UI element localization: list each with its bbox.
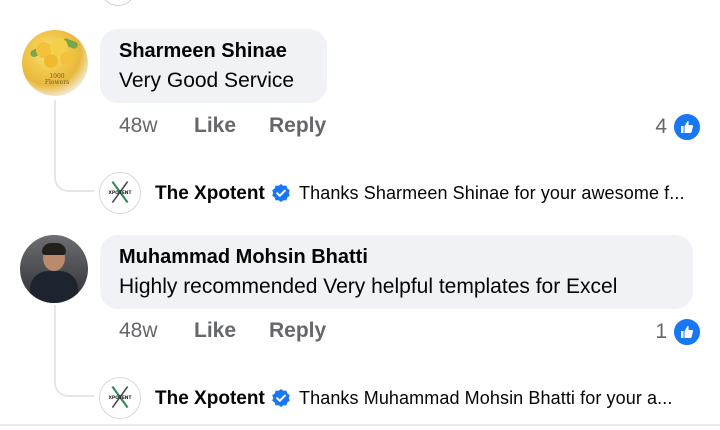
comment-text: Highly recommended Very helpful template… (119, 275, 618, 298)
avatar-xpotent[interactable]: XPOTENT (99, 377, 141, 419)
reply-author[interactable]: The Xpotent (155, 388, 265, 410)
thread-line (54, 100, 56, 170)
logo-label: XPOTENT (109, 190, 132, 196)
comment-bubble: Sharmeen Shinae Very Good Service (100, 29, 327, 103)
comment-text: Very Good Service (119, 69, 295, 92)
reaction-count[interactable]: 1 (637, 320, 667, 344)
avatar-caption: 1000 Flowers (44, 73, 70, 86)
thread-connector (54, 168, 94, 192)
reply-text[interactable]: Thanks Muhammad Mohsin Bhatti for your a… (299, 388, 672, 409)
avatar-muhammad[interactable] (20, 235, 88, 303)
previous-avatar-edge (100, 0, 136, 6)
comment-author[interactable]: Sharmeen Shinae (119, 40, 287, 63)
avatar-sharmeen[interactable]: 1000 Flowers (22, 30, 88, 96)
reply-text[interactable]: Thanks Sharmeen Shinae for your awesome … (299, 183, 685, 204)
thread-line (54, 305, 56, 375)
divider (0, 424, 720, 426)
thumbs-up-icon (681, 326, 694, 338)
reaction-count[interactable]: 4 (637, 115, 667, 139)
like-button[interactable]: Like (194, 319, 236, 343)
verified-badge-icon (272, 389, 290, 407)
like-reaction-icon[interactable] (672, 317, 702, 347)
reply-button[interactable]: Reply (269, 114, 326, 138)
comment-time[interactable]: 48w (119, 114, 158, 138)
thread-connector (54, 373, 94, 397)
reply-author[interactable]: The Xpotent (155, 183, 265, 205)
verified-badge-icon (272, 184, 290, 202)
like-button[interactable]: Like (194, 114, 236, 138)
logo-label: XPOTENT (109, 395, 132, 401)
comment-bubble: Muhammad Mohsin Bhatti Highly recommende… (100, 235, 693, 309)
reply-button[interactable]: Reply (269, 319, 326, 343)
comment-time[interactable]: 48w (119, 319, 158, 343)
like-reaction-icon[interactable] (672, 112, 702, 142)
thumbs-up-icon (681, 121, 694, 133)
xpotent-logo-icon: XPOTENT (109, 385, 132, 409)
avatar-xpotent[interactable]: XPOTENT (99, 172, 141, 214)
comment-author[interactable]: Muhammad Mohsin Bhatti (119, 246, 368, 269)
xpotent-logo-icon: XPOTENT (109, 180, 132, 204)
